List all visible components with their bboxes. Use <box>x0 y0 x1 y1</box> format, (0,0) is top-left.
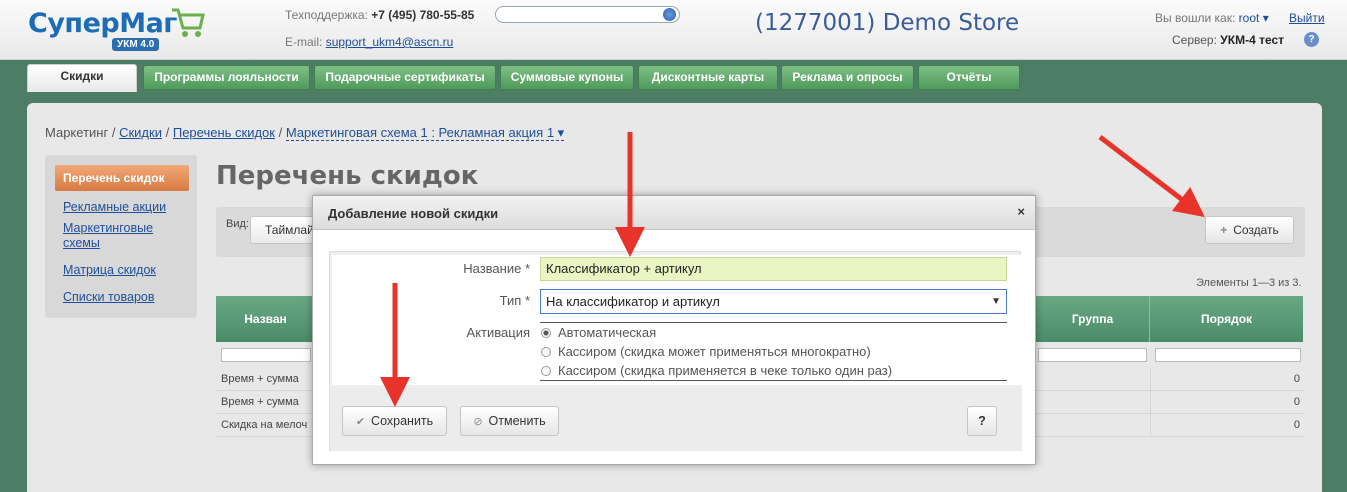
cancel-icon: ⊘ <box>473 416 483 428</box>
support-phone-value: +7 (495) 780-55-85 <box>371 8 475 22</box>
activation-radio-cashier-once[interactable]: Кассиром (скидка применяется в чеке толь… <box>541 363 892 378</box>
breadcrumb-scheme-dropdown[interactable]: Маркетинговая схема 1 : Рекламная акция … <box>285 125 565 141</box>
row-divider <box>1150 368 1151 391</box>
row-name: Скидка на мелоч <box>221 419 308 431</box>
top-header: СуперМаг УКМ 4.0 Техподдержка: +7 (495) … <box>0 0 1347 60</box>
save-label: Сохранить <box>371 414 434 428</box>
email-link[interactable]: support_ukm4@ascn.ru <box>326 35 454 49</box>
dialog-title: Добавление новой скидки <box>328 206 499 221</box>
tab-ads-surveys[interactable]: Реклама и опросы <box>781 65 914 90</box>
help-icon[interactable]: ? <box>1304 32 1319 47</box>
radio-selected-icon <box>541 328 551 338</box>
support-label: Техподдержка: <box>285 8 368 22</box>
activation-label: Активация <box>466 325 530 340</box>
divider <box>540 380 1007 381</box>
view-label: Вид: <box>226 218 249 230</box>
check-icon: ✔ <box>355 416 366 428</box>
name-field[interactable]: Классификатор + артикул <box>540 257 1007 281</box>
cart-icon <box>172 8 205 37</box>
sidebar-item-marketing-schemes[interactable]: Маркетинговые схемы <box>63 221 173 251</box>
sidebar-item-ad-campaigns[interactable]: Рекламные акции <box>63 200 166 215</box>
radio-unselected-icon <box>541 366 551 376</box>
radio-label: Автоматическая <box>558 325 657 340</box>
user-name: root <box>1238 11 1260 25</box>
tab-discounts[interactable]: Скидки <box>27 64 137 92</box>
server-value: УКМ-4 тест <box>1220 33 1285 47</box>
breadcrumb-sep: / <box>165 125 170 140</box>
cancel-label: Отменить <box>488 414 546 428</box>
elements-count: Элементы 1—3 из 3. <box>1196 277 1302 289</box>
server-info: Сервер: УКМ-4 тест <box>1172 33 1284 47</box>
cancel-button[interactable]: ⊘ Отменить <box>460 406 559 436</box>
divider <box>540 322 1007 323</box>
tab-coupons[interactable]: Суммовые купоны <box>500 65 634 90</box>
filter-order-input[interactable] <box>1155 348 1301 362</box>
breadcrumb-discount-list[interactable]: Перечень скидок <box>173 125 275 140</box>
search-icon[interactable] <box>663 8 676 21</box>
plus-icon: + <box>1220 223 1228 237</box>
logo-badge: УКМ 4.0 <box>112 38 160 51</box>
type-select[interactable]: На классификатор и артикул ▼ <box>540 289 1007 314</box>
breadcrumb-discounts[interactable]: Скидки <box>119 125 162 140</box>
radio-unselected-icon <box>541 347 551 357</box>
dialog-help-button[interactable]: ? <box>967 406 997 436</box>
sidebar-item-discount-matrix[interactable]: Матрица скидок <box>63 263 156 278</box>
row-order: 0 <box>1293 396 1300 408</box>
logo-text: СуперМаг <box>28 8 177 39</box>
row-divider <box>1150 391 1151 414</box>
user-menu[interactable]: root ▾ <box>1239 11 1269 25</box>
sidebar-item-product-lists[interactable]: Списки товаров <box>63 290 155 305</box>
email-label: E-mail: <box>285 35 323 49</box>
type-select-value: На классификатор и артикул <box>546 294 720 309</box>
search-input[interactable] <box>495 6 680 23</box>
row-name: Время + сумма <box>221 396 299 408</box>
tab-reports[interactable]: Отчёты <box>918 65 1020 90</box>
filter-name-input[interactable] <box>221 348 311 362</box>
breadcrumb-root: Маркетинг <box>45 125 109 140</box>
row-divider <box>1150 414 1151 437</box>
chevron-down-icon: ▼ <box>991 296 1001 307</box>
create-label: Создать <box>1233 223 1279 237</box>
store-title: (1277001) Demo Store <box>755 10 1020 36</box>
sidebar-item-discount-list[interactable]: Перечень скидок <box>55 165 189 191</box>
type-label: Тип * <box>499 293 530 308</box>
tab-loyalty[interactable]: Программы лояльности <box>143 65 310 90</box>
logged-in-as: Вы вошли как: root ▾ <box>1155 11 1269 25</box>
support-email: E-mail: support_ukm4@ascn.ru <box>285 35 453 49</box>
row-order: 0 <box>1293 373 1300 385</box>
create-button[interactable]: + Создать <box>1205 216 1294 244</box>
breadcrumb: Маркетинг / Скидки / Перечень скидок / М… <box>45 125 565 141</box>
row-order: 0 <box>1293 419 1300 431</box>
radio-label: Кассиром (скидка применяется в чеке толь… <box>558 363 893 378</box>
row-name: Время + сумма <box>221 373 299 385</box>
close-icon[interactable]: × <box>1017 204 1025 219</box>
column-header-order[interactable]: Порядок <box>1150 296 1303 342</box>
activation-radio-cashier-multiple[interactable]: Кассиром (скидка может применяться много… <box>541 344 871 359</box>
name-label: Название * <box>463 261 530 276</box>
tab-gift-certificates[interactable]: Подарочные сертификаты <box>314 65 496 90</box>
support-phone: Техподдержка: +7 (495) 780-55-85 <box>285 8 474 22</box>
server-label: Сервер: <box>1172 33 1217 47</box>
column-header-group[interactable]: Группа <box>1036 296 1150 342</box>
save-button[interactable]: ✔ Сохранить <box>342 406 447 436</box>
logout-link[interactable]: Выйти <box>1289 11 1325 25</box>
tab-discount-cards[interactable]: Дисконтные карты <box>638 65 778 90</box>
radio-label: Кассиром (скидка может применяться много… <box>558 344 871 359</box>
filter-group-input[interactable] <box>1038 348 1147 362</box>
breadcrumb-sep: / <box>278 125 283 140</box>
page-title: Перечень скидок <box>216 161 479 191</box>
activation-radio-automatic[interactable]: Автоматическая <box>541 325 656 340</box>
breadcrumb-current: Маркетинговая схема 1 : Рекламная акция … <box>285 125 555 140</box>
logged-as-label: Вы вошли как: <box>1155 11 1236 25</box>
supermag-logo[interactable]: СуперМаг УКМ 4.0 <box>28 6 218 54</box>
dialog-header[interactable]: Добавление новой скидки × <box>313 196 1035 230</box>
view-timeline-button[interactable]: Таймлай <box>250 216 320 244</box>
breadcrumb-sep: / <box>111 125 116 140</box>
column-header-name[interactable]: Назван <box>216 296 316 342</box>
